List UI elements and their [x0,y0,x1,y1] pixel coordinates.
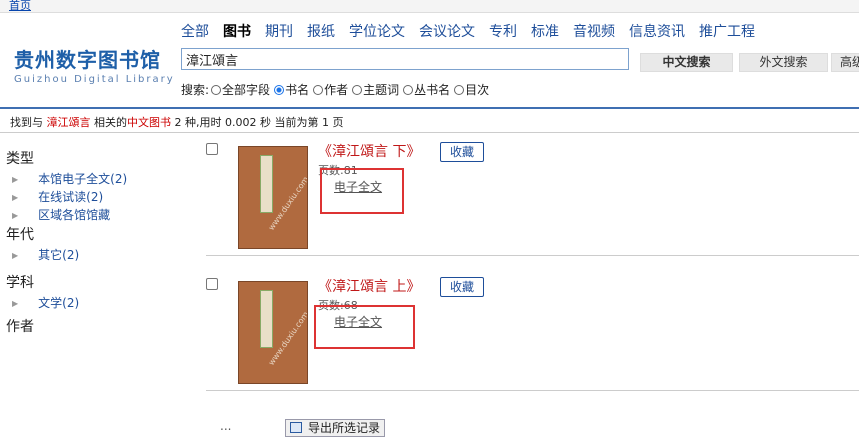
category-nav: 全部 图书 期刊 报纸 学位论文 会议论文 专利 标准 音视频 信息资讯 推广工程 [181,21,769,41]
radio-subject[interactable]: 主题词 [352,81,399,98]
facet-subject-title: 学科 [6,275,34,291]
radio-title[interactable]: 书名 [274,81,309,98]
book-cover-image[interactable]: www.duxiu.com [238,281,308,384]
favorite-button[interactable]: 收藏 [440,142,484,162]
facet-item-era-other[interactable]: ▶ 其它(2) [6,246,196,264]
result-checkbox[interactable] [206,278,218,290]
search-field-label: 搜索: [181,83,210,97]
facet-label: 其它(2) [38,248,80,262]
cover-title-label [260,155,273,213]
foreign-search-button[interactable]: 外文搜索 [739,53,828,72]
facet-label: 在线试读(2) [38,190,104,204]
radio-label: 目次 [465,83,490,97]
expand-triangle-icon: ▶ [12,251,19,260]
chinese-search-button[interactable]: 中文搜索 [640,53,733,72]
radio-circle-icon [454,85,465,95]
top-bar: 首页 [0,0,859,13]
summary-text: 找到与 [10,116,43,129]
header-divider [0,107,859,109]
cover-title-label [260,290,273,348]
facet-label: 文学(2) [38,296,80,310]
nav-journals[interactable]: 期刊 [265,24,293,40]
facet-era-title: 年代 [6,227,34,243]
facet-label: 区域各馆馆藏 [38,208,111,222]
facet-type-title: 类型 [6,151,34,167]
facet-item-literature[interactable]: ▶ 文学(2) [6,294,196,312]
radio-label: 丛书名 [414,83,451,97]
radio-all-fields[interactable]: 全部字段 [211,81,270,98]
search-field-options: 搜索: 全部字段 书名 作者 主题词 丛书名 目次 [181,81,493,98]
pager: ... [220,419,232,433]
advanced-search-button[interactable]: 高级 [831,53,859,72]
summary-divider [0,132,859,133]
radio-circle-icon [352,85,363,95]
summary-text: 相关的 [94,116,127,129]
radio-label: 全部字段 [222,83,271,97]
result-title-link[interactable]: 《漳江頌言 下》 [318,141,420,161]
radio-selected-icon [274,85,285,95]
search-input[interactable] [181,48,629,70]
result-summary: 找到与 漳江頌言 相关的中文图书 2 种,用时 0.002 秒 当前为第 1 页 [10,114,343,130]
nav-promotion[interactable]: 推广工程 [699,24,755,40]
expand-triangle-icon: ▶ [12,299,19,308]
library-logo[interactable]: 贵州数字图书馆 Guizhou Digital Library [14,44,174,85]
summary-query: 漳江頌言 [46,116,91,129]
facet-item-regional-holdings[interactable]: ▶ 区域各馆馆藏 [6,206,196,224]
annotation-highlight-box [314,305,415,349]
radio-label: 作者 [324,83,349,97]
result-divider [206,255,859,256]
export-selected-button[interactable]: 导出所选记录 [285,419,386,437]
logo-chinese: 贵州数字图书馆 [14,48,161,72]
export-label: 导出所选记录 [308,421,381,435]
nav-books[interactable]: 图书 [223,24,251,40]
favorite-button[interactable]: 收藏 [440,277,484,297]
expand-triangle-icon: ▶ [12,211,19,220]
summary-category: 中文图书 [127,116,171,129]
expand-triangle-icon: ▶ [12,175,19,184]
facet-label: 本馆电子全文(2) [38,172,128,186]
radio-contents[interactable]: 目次 [454,81,489,98]
nav-theses[interactable]: 学位论文 [349,24,405,40]
nav-news[interactable]: 信息资讯 [629,24,685,40]
result-divider [206,390,859,391]
facet-item-online-preview[interactable]: ▶ 在线试读(2) [6,188,196,206]
logo-english: Guizhou Digital Library [14,74,175,85]
nav-audio-video[interactable]: 音视频 [573,24,615,40]
facet-author-title: 作者 [6,319,34,335]
radio-label: 书名 [285,83,310,97]
radio-circle-icon [403,85,414,95]
result-checkbox[interactable] [206,143,218,155]
facet-sidebar: 类型 ▶ 本馆电子全文(2) ▶ 在线试读(2) ▶ 区域各馆馆藏 年代 ▶ 其它(2)… [6,148,196,338]
radio-circle-icon [313,85,324,95]
nav-newspapers[interactable]: 报纸 [307,24,335,40]
result-title-link[interactable]: 《漳江頌言 上》 [318,276,420,296]
nav-standards[interactable]: 标准 [531,24,559,40]
radio-author[interactable]: 作者 [313,81,348,98]
export-icon [290,422,302,433]
home-link[interactable]: 首页 [9,0,31,13]
facet-item-ebook[interactable]: ▶ 本馆电子全文(2) [6,170,196,188]
book-cover-image[interactable]: www.duxiu.com [238,146,308,249]
radio-series[interactable]: 丛书名 [403,81,450,98]
radio-label: 主题词 [363,83,400,97]
summary-stats: 2 种,用时 0.002 秒 当前为第 1 页 [174,116,344,129]
nav-all[interactable]: 全部 [181,24,209,40]
nav-conference-papers[interactable]: 会议论文 [419,24,475,40]
annotation-highlight-box [320,168,404,214]
nav-patents[interactable]: 专利 [489,24,517,40]
radio-circle-icon [211,85,222,95]
expand-triangle-icon: ▶ [12,193,19,202]
